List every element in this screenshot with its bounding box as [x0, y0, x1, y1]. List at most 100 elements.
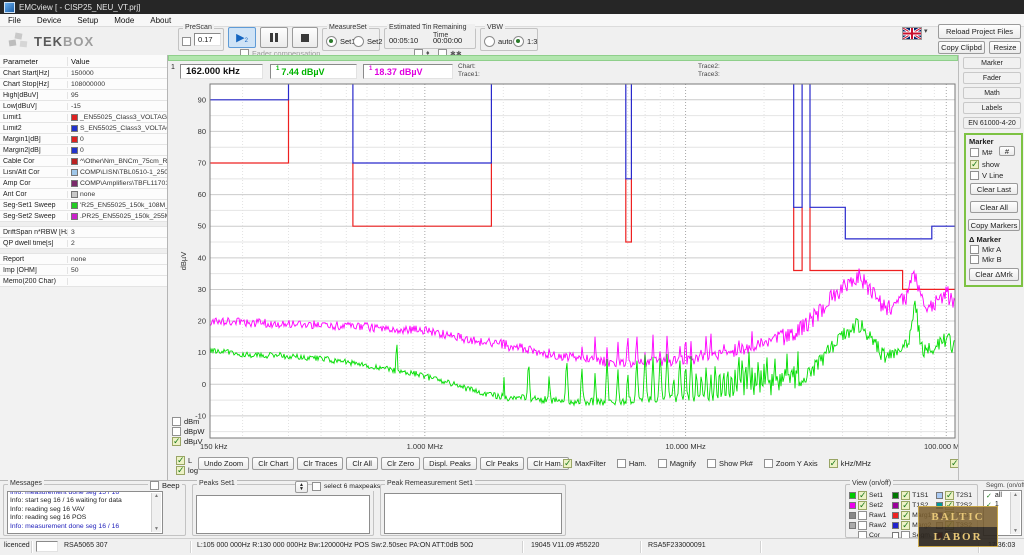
show-pk--checkbox[interactable]: Show Pk# [707, 459, 753, 468]
khz-mhz-checkbox[interactable]: kHz/MHz [829, 459, 871, 468]
messages-scrollbar[interactable]: ▲▼ [151, 493, 161, 532]
language-dropdown[interactable]: ▾ [902, 27, 932, 42]
param-row[interactable]: Limit2S_EN55025_Class3_VOLTAGE_PK.lim [0, 123, 167, 134]
displ-peaks-button[interactable]: Displ. Peaks [423, 457, 477, 470]
clr-all-button[interactable]: Clr All [346, 457, 378, 470]
marker-number-button[interactable]: # [999, 146, 1015, 156]
menu-setup[interactable]: Setup [69, 16, 106, 25]
param-row[interactable]: Limit1_EN55025_Class3_VOLTAGE_AVG.lim [0, 112, 167, 123]
svg-text:10.000 MHz: 10.000 MHz [665, 442, 706, 451]
param-row[interactable]: Margin1[dB]0 [0, 134, 167, 145]
menu-file[interactable]: File [0, 16, 29, 25]
chevron-down-icon: ▾ [924, 27, 928, 42]
prescan-input[interactable]: 0.17 [194, 33, 221, 46]
tekbox-logo-icon [8, 32, 30, 50]
estimated-time-value: 00:05:10 [389, 36, 418, 45]
status-input[interactable] [36, 541, 58, 552]
resize-button[interactable]: Resize [989, 41, 1021, 54]
trace2-label: Trace2: [698, 63, 720, 70]
messages-group: Messages Beep Info: measurement done seg… [3, 484, 186, 536]
marker-number-checkbox[interactable]: M# [970, 148, 992, 157]
magnify-checkbox[interactable]: Magnify [658, 459, 696, 468]
param-row[interactable]: Margin2[dB]0 [0, 145, 167, 156]
param-row[interactable]: Imp [OHM]50 [0, 265, 167, 276]
ham--checkbox[interactable]: Ham. [617, 459, 647, 468]
clear-delta-marker-button[interactable]: Clear ΔMrk [969, 268, 1019, 281]
clr-peaks-button[interactable]: Clr Peaks [480, 457, 525, 470]
measureset-label: MeasureSet [327, 24, 369, 32]
peaks-listbox[interactable] [196, 495, 370, 534]
param-row[interactable]: High[dBuV]95 [0, 90, 167, 101]
stop-button[interactable] [292, 27, 318, 48]
sidebar-tab-math[interactable]: Math [963, 87, 1021, 99]
copy-clipbd-button[interactable]: Copy Clipbd [938, 41, 985, 54]
view-label: View (on/off) [850, 480, 893, 488]
show-markers-checkbox[interactable]: show [970, 160, 1000, 169]
svg-text:10: 10 [198, 348, 206, 357]
unit-dbµv-checkbox[interactable]: dBµV [172, 437, 204, 446]
sidebar-tab-en-61000-4-20[interactable]: EN 61000-4-20 [963, 117, 1021, 129]
set2-radio[interactable]: Set2 [353, 36, 382, 47]
mkr-a-checkbox[interactable]: Mkr A [970, 245, 1001, 254]
menu-mode[interactable]: Mode [106, 16, 142, 25]
status-serial: RSA5F233000091 [648, 542, 706, 549]
maxfilter-checkbox[interactable]: MaxFilter [563, 459, 606, 468]
pause-button[interactable] [260, 27, 288, 48]
trace-color-swatch [892, 522, 899, 529]
beep-checkbox[interactable]: Beep [148, 481, 182, 490]
clr-zero-button[interactable]: Clr Zero [381, 457, 420, 470]
param-row[interactable]: DriftSpan n*RBW [Hz]3 [0, 227, 167, 238]
param-row[interactable]: Chart Stop[Hz]108000000 [0, 79, 167, 90]
clear-last-button[interactable]: Clear Last [970, 183, 1018, 195]
undo-zoom-button[interactable]: Undo Zoom [198, 457, 249, 470]
param-row[interactable]: Seg-Set1 Sweep'R25_EN55025_150k_108M_AVG… [0, 200, 167, 211]
view-checkbox-set2[interactable] [858, 501, 867, 510]
param-row[interactable]: Seg-Set2 Sweep.PR25_EN55025_150k_255M_PK… [0, 211, 167, 222]
marker-index: 1 [171, 64, 175, 71]
message-item: Info: reading seg 16 POS [8, 514, 162, 522]
sidebar-tab-labels[interactable]: Labels [963, 102, 1021, 114]
view-checkbox-raw1[interactable] [858, 511, 867, 520]
sidebar-tab-marker[interactable]: Marker [963, 57, 1021, 69]
clr-traces-button[interactable]: Clr Traces [297, 457, 343, 470]
set1-radio[interactable]: Set1 [326, 36, 355, 47]
clear-all-button[interactable]: Clear All [970, 201, 1018, 213]
status-device: RSA5065 307 [64, 542, 108, 549]
mkr-b-checkbox[interactable]: Mkr B [970, 255, 1002, 264]
sidebar-tab-fader[interactable]: Fader [963, 72, 1021, 84]
vbw-auto-radio[interactable]: auto [484, 36, 513, 47]
param-row[interactable]: Lisn/Att CorCOMP\LISN\TBL0510-1_25032.ls… [0, 167, 167, 178]
param-row[interactable]: QP dwell time[s]2 [0, 238, 167, 249]
select-maxpeaks-checkbox[interactable]: select 6 maxpeaks [312, 482, 380, 491]
remeasurement-listbox[interactable] [384, 493, 562, 534]
play-button[interactable]: ▶ 2 [228, 27, 256, 48]
log-checkbox[interactable]: log [176, 466, 198, 475]
param-row[interactable]: Memo(200 Char) [0, 276, 167, 287]
menu-about[interactable]: About [142, 16, 179, 25]
toolbar: TEKBOX PreScan 0.17 ▶ 2 Fader compensati… [0, 27, 1024, 55]
param-row[interactable]: Ant Cornone [0, 189, 167, 200]
view-checkbox-marg2[interactable] [901, 521, 910, 530]
param-row[interactable]: Chart Start[Hz]150000 [0, 68, 167, 79]
param-row[interactable]: Amp CorCOMP\Amplifiers\TBFL1170129M.amp [0, 178, 167, 189]
unit-dbm-checkbox[interactable]: dBm [172, 417, 204, 426]
remaining-time-value: 00:00:00 [433, 36, 462, 45]
unit-selector: dBmdBpWdBµV [172, 417, 204, 446]
segm-scrollbar[interactable]: ▲▼ [1010, 492, 1020, 534]
copy-markers-button[interactable]: Copy Markers [968, 219, 1020, 231]
reload-project-files-button[interactable]: Reload Project Files [938, 24, 1021, 39]
vbw-13-radio[interactable]: 1:3 [513, 36, 537, 47]
peaks-spinner[interactable]: ▲▼ [295, 481, 308, 493]
title-bar[interactable]: EMCview [ - CISP25_NEU_VT.prj] [0, 0, 1024, 14]
zoom-y-axis-checkbox[interactable]: Zoom Y Axis [764, 459, 818, 468]
emi-spectrum-chart[interactable]: 9080706050403020100-10dBµV150 kHz1.000 M… [168, 80, 958, 458]
view-checkbox-raw2[interactable] [858, 521, 867, 530]
prescan-checkbox[interactable] [182, 37, 191, 46]
menu-device[interactable]: Device [29, 16, 69, 25]
param-row[interactable]: Reportnone [0, 254, 167, 265]
clr-chart-button[interactable]: Clr Chart [252, 457, 294, 470]
param-row[interactable]: Low[dBuV]-15 [0, 101, 167, 112]
param-row[interactable]: Cable Cor^\Other\Nm_BNCm_75cm_RG223.cac [0, 156, 167, 167]
vline-checkbox[interactable]: V Line [970, 171, 1003, 180]
messages-listbox[interactable]: Info: measurement done seg 15 / 16Info: … [7, 491, 163, 534]
